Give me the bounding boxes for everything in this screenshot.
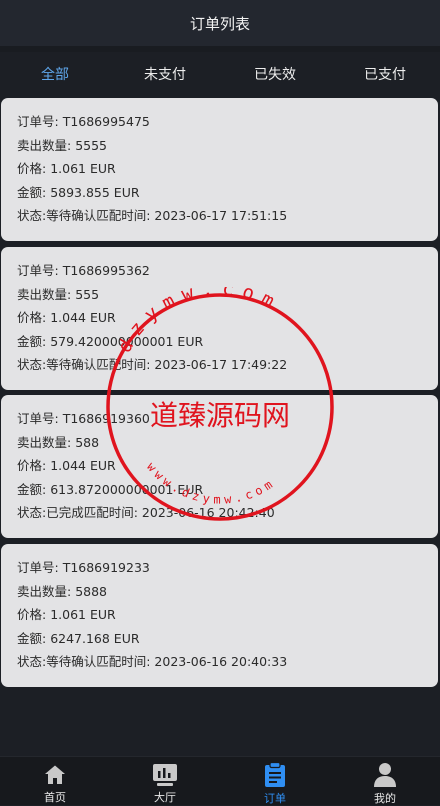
nav-mine[interactable]: 我的: [330, 757, 440, 805]
match-time-label: 匹配时间:: [96, 654, 155, 670]
price-value: 1.061 EUR: [50, 161, 116, 177]
tab-expired[interactable]: 已失效: [220, 52, 330, 96]
order-number-row: 订单号: T1686995475: [17, 110, 438, 134]
order-number-label: 订单号:: [17, 560, 63, 575]
status-value: 等待确认: [46, 208, 97, 224]
price-label: 价格:: [17, 607, 51, 623]
match-time-label: 匹配时间:: [96, 208, 155, 224]
price-label: 价格:: [17, 310, 51, 326]
nav-home[interactable]: 首页: [0, 757, 110, 805]
match-time-label: 匹配时间:: [83, 505, 142, 521]
amount-row: 金额: 6247.168 EUR: [17, 627, 438, 651]
order-number-value: T1686919360: [62, 411, 150, 426]
match-time-value: 2023-06-17 17:51:15: [154, 208, 288, 224]
amount-label: 金额:: [17, 333, 51, 349]
status-label: 状态:: [17, 357, 47, 373]
order-card[interactable]: 订单号: T1686919360 卖出数量: 588 价格: 1.044 EUR…: [1, 395, 438, 538]
amount-row: 金额: 579.420000000001 EUR: [17, 330, 438, 354]
price-value: 1.061 EUR: [50, 607, 116, 623]
order-number-row: 订单号: T1686995362: [17, 259, 438, 283]
order-number-value: T1686995362: [62, 263, 150, 278]
page-title: 订单列表: [189, 14, 250, 33]
status-row: 状态:已完成匹配时间: 2023-06-16 20:42:40: [17, 501, 438, 525]
amount-value: 579.420000000001 EUR: [50, 333, 204, 349]
nav-hall[interactable]: 大厅: [110, 757, 220, 805]
tab-unpaid[interactable]: 未支付: [110, 52, 220, 96]
order-card[interactable]: 订单号: T1686995475 卖出数量: 5555 价格: 1.061 EU…: [1, 98, 438, 241]
sell-quantity-label: 卖出数量:: [17, 583, 76, 599]
order-card[interactable]: 订单号: T1686919233 卖出数量: 5888 价格: 1.061 EU…: [1, 544, 438, 687]
price-row: 价格: 1.044 EUR: [17, 306, 438, 330]
price-row: 价格: 1.061 EUR: [17, 603, 438, 627]
order-number-row: 订单号: T1686919360: [17, 407, 438, 431]
match-time-label: 匹配时间:: [96, 357, 155, 373]
status-value: 等待确认: [46, 654, 97, 670]
sell-quantity-value: 588: [75, 434, 100, 450]
status-label: 状态:: [17, 505, 47, 521]
price-value: 1.044 EUR: [50, 310, 116, 326]
sell-quantity-value: 5555: [75, 137, 107, 153]
sell-quantity-row: 卖出数量: 555: [17, 283, 438, 307]
tab-paid[interactable]: 已支付: [330, 52, 440, 96]
nav-orders[interactable]: 订单: [220, 757, 330, 805]
status-row: 状态:等待确认匹配时间: 2023-06-16 20:40:33: [17, 650, 438, 674]
status-value: 已完成: [46, 505, 84, 521]
order-number-value: T1686995475: [62, 114, 150, 129]
sell-quantity-row: 卖出数量: 588: [17, 431, 438, 455]
app-header: 订单列表: [0, 0, 440, 46]
sell-quantity-label: 卖出数量:: [17, 137, 76, 153]
match-time-value: 2023-06-16 20:42:40: [141, 505, 275, 521]
user-icon: [372, 762, 398, 788]
price-label: 价格:: [17, 458, 51, 474]
order-number-label: 订单号:: [17, 114, 63, 129]
status-row: 状态:等待确认匹配时间: 2023-06-17 17:49:22: [17, 353, 438, 377]
order-number-value: T1686919233: [62, 560, 150, 575]
amount-row: 金额: 5893.855 EUR: [17, 181, 438, 205]
sell-quantity-value: 5888: [75, 583, 107, 599]
price-value: 1.044 EUR: [50, 458, 116, 474]
sell-quantity-row: 卖出数量: 5888: [17, 580, 438, 604]
match-time-value: 2023-06-17 17:49:22: [154, 357, 288, 373]
order-status-tabs: 全部 未支付 已失效 已支付: [0, 52, 440, 96]
nav-hall-label: 大厅: [154, 791, 176, 804]
sell-quantity-label: 卖出数量:: [17, 434, 76, 450]
amount-label: 金额:: [17, 184, 51, 200]
clipboard-icon: [262, 762, 288, 788]
price-row: 价格: 1.061 EUR: [17, 157, 438, 181]
sell-quantity-label: 卖出数量:: [17, 286, 76, 302]
order-number-label: 订单号:: [17, 263, 63, 278]
order-card[interactable]: 订单号: T1686995362 卖出数量: 555 价格: 1.044 EUR…: [1, 247, 438, 390]
price-label: 价格:: [17, 161, 51, 177]
amount-value: 6247.168 EUR: [50, 630, 140, 646]
status-label: 状态:: [17, 208, 47, 224]
amount-row: 金额: 613.872000000001 EUR: [17, 478, 438, 502]
tab-all[interactable]: 全部: [0, 52, 110, 96]
status-row: 状态:等待确认匹配时间: 2023-06-17 17:51:15: [17, 204, 438, 228]
amount-label: 金额:: [17, 481, 51, 497]
order-number-row: 订单号: T1686919233: [17, 556, 438, 580]
home-icon: [42, 762, 68, 787]
bottom-navigation: 首页 大厅 订单 我的: [0, 756, 440, 805]
nav-home-label: 首页: [44, 791, 66, 804]
amount-label: 金额:: [17, 630, 51, 646]
price-row: 价格: 1.044 EUR: [17, 454, 438, 478]
status-value: 等待确认: [46, 357, 97, 373]
order-number-label: 订单号:: [17, 411, 63, 426]
status-label: 状态:: [17, 654, 47, 670]
match-time-value: 2023-06-16 20:40:33: [154, 654, 288, 670]
amount-value: 613.872000000001 EUR: [50, 481, 204, 497]
sell-quantity-row: 卖出数量: 5555: [17, 134, 438, 158]
sell-quantity-value: 555: [75, 286, 100, 302]
amount-value: 5893.855 EUR: [50, 184, 140, 200]
chart-icon: [152, 762, 178, 787]
